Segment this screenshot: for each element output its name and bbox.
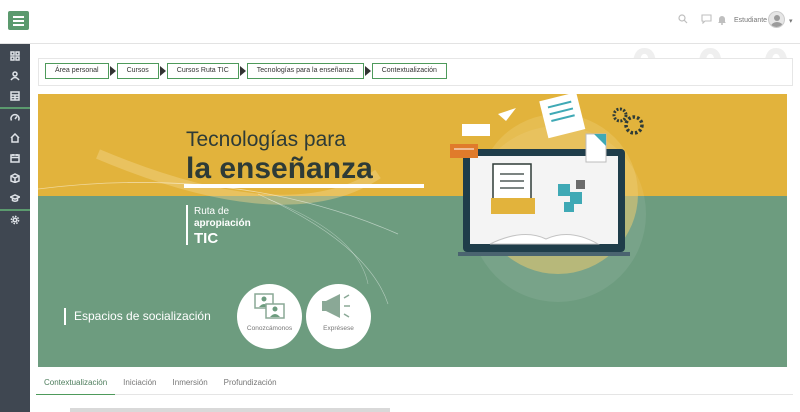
chevron-right-icon bbox=[159, 66, 166, 76]
box-icon[interactable] bbox=[0, 168, 30, 188]
tab-inmersion[interactable]: Inmersión bbox=[165, 374, 216, 395]
banner-title-line1: Tecnologías para bbox=[186, 128, 346, 151]
main-content: 0 0 0 1 1 1 Área personal Cursos Cursos … bbox=[30, 44, 800, 412]
course-banner: Tecnologías para la enseñanza Ruta de ap… bbox=[38, 94, 787, 367]
conozcamonos-label: Conozcámonos bbox=[246, 325, 293, 332]
top-navbar: Estudiante ▾ bbox=[0, 0, 800, 44]
search-icon[interactable] bbox=[678, 14, 688, 27]
expresese-button[interactable]: Exprésese bbox=[306, 284, 371, 349]
breadcrumb-item-cursos[interactable]: Cursos bbox=[116, 63, 159, 79]
chat-icon[interactable] bbox=[701, 14, 712, 27]
ruta-line3: TIC bbox=[194, 230, 219, 247]
chevron-right-icon bbox=[239, 66, 246, 76]
chevron-right-icon bbox=[109, 66, 116, 76]
breadcrumb-item-area-personal[interactable]: Área personal bbox=[45, 63, 109, 79]
title-underline bbox=[184, 184, 424, 188]
graduation-cap-icon[interactable] bbox=[0, 188, 30, 208]
breadcrumb-bar: Área personal Cursos Cursos Ruta TIC Tec… bbox=[38, 58, 793, 86]
social-spaces-label: Espacios de socialización bbox=[74, 309, 211, 323]
breadcrumb-item-course[interactable]: Tecnologías para la enseñanza bbox=[246, 63, 364, 79]
tab-iniciacion[interactable]: Iniciación bbox=[115, 374, 164, 395]
hamburger-icon[interactable] bbox=[8, 11, 29, 30]
breadcrumb: Área personal Cursos Cursos Ruta TIC Tec… bbox=[45, 63, 447, 79]
chevron-right-icon bbox=[364, 66, 371, 76]
ruta-line2: apropiación bbox=[194, 218, 251, 229]
section-tabs: Contextualización Iniciación Inmersión P… bbox=[36, 374, 285, 395]
sidebar bbox=[0, 44, 30, 412]
bell-icon[interactable] bbox=[717, 14, 727, 28]
conozcamonos-button[interactable]: Conozcámonos bbox=[237, 284, 302, 349]
user-name[interactable]: Estudiante bbox=[734, 17, 767, 24]
home-icon[interactable] bbox=[0, 128, 30, 148]
banner-decoration bbox=[38, 94, 646, 305]
gear-icon[interactable] bbox=[0, 210, 30, 230]
people-icon bbox=[254, 293, 285, 319]
calendar-icon[interactable] bbox=[0, 148, 30, 168]
tab-profundizacion[interactable]: Profundización bbox=[216, 374, 285, 395]
calendar-grid-icon[interactable] bbox=[0, 86, 30, 106]
breadcrumb-item-cursos-ruta-tic[interactable]: Cursos Ruta TIC bbox=[166, 63, 239, 79]
content-placeholder-bar bbox=[70, 408, 390, 412]
user-icon[interactable] bbox=[0, 66, 30, 86]
breadcrumb-item-current[interactable]: Contextualización bbox=[371, 63, 447, 79]
chevron-down-icon[interactable]: ▾ bbox=[789, 17, 793, 25]
megaphone-icon bbox=[322, 294, 350, 318]
social-accent-bar bbox=[64, 308, 66, 325]
banner-title-line2: la enseñanza bbox=[186, 152, 373, 185]
dashboard-icon[interactable] bbox=[0, 46, 30, 66]
speedometer-icon[interactable] bbox=[0, 108, 30, 128]
tab-contextualizacion[interactable]: Contextualización bbox=[36, 374, 116, 395]
ruta-line1: Ruta de bbox=[194, 206, 230, 217]
ruta-accent-bar bbox=[186, 205, 188, 245]
avatar[interactable] bbox=[768, 11, 785, 28]
expresese-label: Exprésese bbox=[323, 325, 354, 332]
